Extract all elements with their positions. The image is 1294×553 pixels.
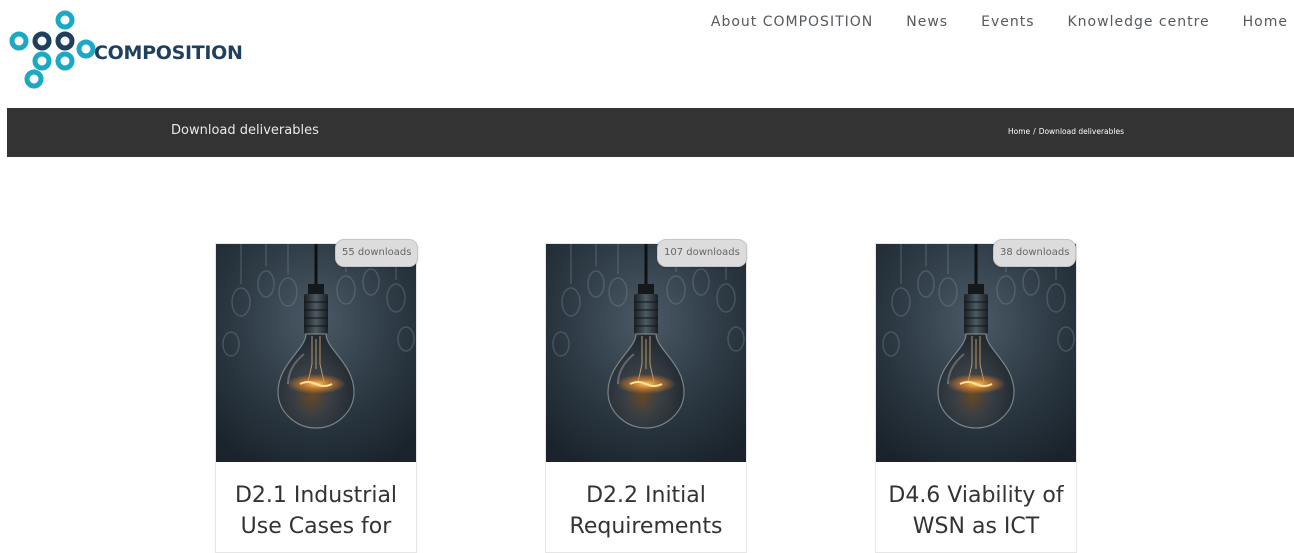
deliverable-card-d4-6[interactable]: 38 downloads D4.6 Viability of WSN as IC… — [875, 239, 1077, 553]
deliverable-title-line: Requirements — [569, 514, 723, 539]
download-count-badge: 38 downloads — [993, 239, 1077, 267]
site-logo[interactable]: COMPOSITION — [6, 8, 246, 90]
deliverable-title-line: WSN as ICT — [912, 514, 1040, 539]
logo-text: COMPOSITION — [94, 42, 243, 64]
deliverable-title[interactable]: D4.6 Viability of WSN as ICT — [876, 480, 1076, 542]
lightbulb-image-icon — [216, 244, 416, 462]
lightbulb-image-icon — [546, 244, 746, 462]
nav-news[interactable]: News — [906, 14, 948, 30]
deliverable-card-d2-2[interactable]: 107 downloads D2.2 Initial Requirements — [545, 239, 747, 553]
deliverable-title-line: Use Cases for — [240, 514, 392, 539]
breadcrumb: Home / Download deliverables — [1008, 127, 1124, 136]
deliverable-title-line: D2.1 Industrial — [234, 483, 398, 508]
main-nav: About COMPOSITION News Events Knowledge … — [678, 14, 1288, 30]
deliverable-title-line: D2.2 Initial — [586, 483, 706, 508]
page-title: Download deliverables — [171, 123, 319, 138]
nav-knowledge-centre[interactable]: Knowledge centre — [1068, 14, 1210, 30]
page-title-bar: Download deliverables Home / Download deli… — [7, 108, 1294, 157]
download-count-badge: 55 downloads — [335, 239, 419, 267]
deliverable-title[interactable]: D2.2 Initial Requirements — [546, 480, 746, 542]
deliverable-thumbnail[interactable] — [546, 244, 746, 462]
breadcrumb-current: Download deliverables — [1038, 127, 1124, 136]
deliverable-title-line: D4.6 Viability of — [888, 483, 1064, 508]
nav-home[interactable]: Home — [1243, 14, 1288, 30]
nav-about[interactable]: About COMPOSITION — [711, 14, 873, 30]
download-count-badge: 107 downloads — [657, 239, 747, 267]
composition-logo-icon — [9, 10, 96, 89]
nav-events[interactable]: Events — [981, 14, 1034, 30]
breadcrumb-separator: / — [1033, 127, 1036, 136]
deliverable-title[interactable]: D2.1 Industrial Use Cases for — [216, 480, 416, 542]
breadcrumb-home-link[interactable]: Home — [1008, 127, 1030, 136]
site-header: COMPOSITION About COMPOSITION News Event… — [0, 0, 1294, 108]
lightbulb-image-icon — [876, 244, 1076, 462]
deliverable-card-d2-1[interactable]: 55 downloads D2.1 Industrial Use Cases f… — [215, 239, 419, 553]
deliverable-thumbnail[interactable] — [216, 244, 416, 462]
deliverable-thumbnail[interactable] — [876, 244, 1076, 462]
